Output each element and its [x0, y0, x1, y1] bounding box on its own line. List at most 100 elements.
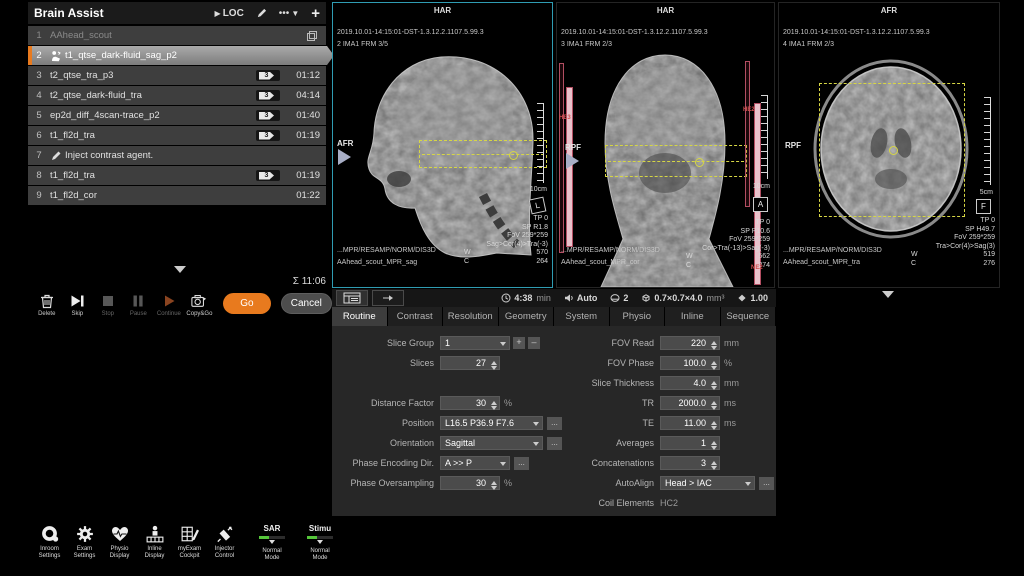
- protocol-step-8[interactable]: 8t1_fl2d_tra301:19: [28, 166, 326, 185]
- dropdown-select[interactable]: L16.5 P36.9 F7.6: [440, 416, 543, 430]
- more-options-button[interactable]: ...: [759, 477, 774, 490]
- tab-contrast[interactable]: Contrast: [388, 307, 444, 326]
- slice-group-overlay[interactable]: [819, 83, 965, 217]
- step-up-icon[interactable]: [491, 398, 497, 405]
- remove-slice-group-button[interactable]: –: [528, 337, 540, 349]
- slice-rotation-handle[interactable]: [889, 146, 898, 155]
- viewport-axial[interactable]: AFR 2019.10.01-14:15:01-DST-1.3.12.2.110…: [778, 2, 1000, 288]
- numeric-stepper[interactable]: 3: [660, 456, 720, 470]
- skip-button[interactable]: Skip: [63, 292, 93, 317]
- pointer-mode-button[interactable]: [372, 290, 404, 306]
- protocol-step-7[interactable]: 7Inject contrast agent.: [28, 146, 326, 165]
- numeric-stepper[interactable]: 100.0: [660, 356, 720, 370]
- step-down-icon[interactable]: [711, 406, 717, 413]
- slice-group-overlay[interactable]: [419, 140, 547, 168]
- copygo-button[interactable]: Copy&Go: [185, 292, 215, 317]
- step-up-icon[interactable]: [711, 418, 717, 425]
- protocol-step-9[interactable]: 9t1_fl2d_cor01:22: [28, 186, 326, 205]
- tab-sequence[interactable]: Sequence: [721, 307, 777, 326]
- step-down-icon[interactable]: [711, 346, 717, 353]
- cancel-button[interactable]: Cancel: [281, 293, 332, 314]
- stepper-arrows-icon[interactable]: [491, 398, 497, 413]
- inline-display-button[interactable]: Inline Display: [137, 524, 172, 560]
- stepper-arrows-icon[interactable]: [711, 418, 717, 433]
- step-down-icon[interactable]: [711, 366, 717, 373]
- parameter-label: FOV Read: [562, 338, 660, 348]
- go-button[interactable]: Go: [223, 293, 270, 314]
- step-down-icon[interactable]: [491, 406, 497, 413]
- protocol-step-1[interactable]: 1AAhead_scout: [28, 26, 326, 45]
- step-up-icon[interactable]: [711, 438, 717, 445]
- inroom-settings-button[interactable]: Inroom Settings: [32, 524, 67, 560]
- numeric-stepper[interactable]: 4.0: [660, 376, 720, 390]
- more-options-button[interactable]: ...: [547, 437, 562, 450]
- more-options-button[interactable]: ...: [514, 457, 529, 470]
- numeric-stepper[interactable]: 2000.0: [660, 396, 720, 410]
- protocol-step-3[interactable]: 3t2_qtse_tra_p3301:12: [28, 66, 326, 85]
- numeric-stepper[interactable]: 30: [440, 476, 500, 490]
- loc-button[interactable]: ▶LOC: [215, 8, 244, 19]
- tab-routine[interactable]: Routine: [332, 307, 388, 326]
- stepper-arrows-icon[interactable]: [711, 458, 717, 473]
- parameter-card-view-button[interactable]: [336, 290, 368, 306]
- step-name: t1_fl2d_cor: [50, 190, 97, 201]
- slice-rotation-handle[interactable]: [509, 151, 518, 160]
- viewport-coronal[interactable]: HAR 2019.10.01-14:15:01-DST-1.3.12.2.110…: [556, 2, 775, 288]
- numeric-stepper[interactable]: 27: [440, 356, 500, 370]
- stepper-arrows-icon[interactable]: [711, 338, 717, 353]
- step-down-icon[interactable]: [711, 466, 717, 473]
- more-menu-button[interactable]: •••▼: [279, 8, 299, 19]
- step-up-icon[interactable]: [711, 398, 717, 405]
- tab-system[interactable]: System: [554, 307, 610, 326]
- exam-settings-button[interactable]: Exam Settings: [67, 524, 102, 560]
- slice-group-overlay[interactable]: [605, 145, 747, 177]
- step-down-icon[interactable]: [711, 426, 717, 433]
- stepper-arrows-icon[interactable]: [711, 378, 717, 393]
- stepper-arrows-icon[interactable]: [711, 358, 717, 373]
- viewport-expand-arrow-icon[interactable]: [882, 291, 894, 304]
- tab-geometry[interactable]: Geometry: [499, 307, 555, 326]
- dropdown-select[interactable]: Sagittal: [440, 436, 543, 450]
- injector-control-button[interactable]: Injector Control: [207, 524, 242, 560]
- step-up-icon[interactable]: [711, 358, 717, 365]
- more-options-button[interactable]: ...: [547, 417, 562, 430]
- stepper-arrows-icon[interactable]: [711, 398, 717, 413]
- dropdown-select[interactable]: 1: [440, 336, 510, 350]
- step-up-icon[interactable]: [711, 458, 717, 465]
- myexam-cockpit-button[interactable]: myExam Cockpit: [172, 524, 207, 560]
- stepper-arrows-icon[interactable]: [491, 478, 497, 493]
- numeric-stepper[interactable]: 220: [660, 336, 720, 350]
- protocol-step-5[interactable]: 5ep2d_diff_4scan-trace_p2301:40: [28, 106, 326, 125]
- numeric-stepper[interactable]: 11.00: [660, 416, 720, 430]
- step-up-icon[interactable]: [491, 358, 497, 365]
- add-step-button[interactable]: +: [311, 5, 320, 22]
- dropdown-select[interactable]: A >> P: [440, 456, 510, 470]
- stepper-arrows-icon[interactable]: [711, 438, 717, 453]
- protocol-step-6[interactable]: 6t1_fl2d_tra301:19: [28, 126, 326, 145]
- numeric-stepper[interactable]: 30: [440, 396, 500, 410]
- list-expand-arrow-icon[interactable]: [174, 266, 186, 279]
- parameter-panel: Slice Group1+–Slices27Distance Factor30%…: [332, 326, 776, 516]
- numeric-stepper[interactable]: 1: [660, 436, 720, 450]
- protocol-step-4[interactable]: 4t2_qtse_dark-fluid_tra304:14: [28, 86, 326, 105]
- step-up-icon[interactable]: [491, 478, 497, 485]
- viewport-sagittal[interactable]: HAR 2019.10.01-14:15:01-DST-1.3.12.2.110…: [332, 2, 553, 288]
- tab-physio[interactable]: Physio: [610, 307, 666, 326]
- delete-button[interactable]: Delete: [32, 292, 62, 317]
- add-slice-group-button[interactable]: +: [513, 337, 525, 349]
- dropdown-select[interactable]: Head > IAC: [660, 476, 755, 490]
- slice-rotation-handle[interactable]: [695, 158, 704, 167]
- edit-pencil-button[interactable]: [256, 8, 267, 19]
- step-up-icon[interactable]: [711, 338, 717, 345]
- protocol-step-2[interactable]: 2t1_qtse_dark-fluid_sag_p2: [28, 46, 334, 65]
- viewport-coil-label: HAR: [333, 6, 552, 15]
- physio-display-button[interactable]: Physio Display: [102, 524, 137, 560]
- step-down-icon[interactable]: [491, 486, 497, 493]
- tab-inline[interactable]: Inline: [665, 307, 721, 326]
- step-down-icon[interactable]: [711, 386, 717, 393]
- step-up-icon[interactable]: [711, 378, 717, 385]
- step-down-icon[interactable]: [491, 366, 497, 373]
- step-down-icon[interactable]: [711, 446, 717, 453]
- tab-resolution[interactable]: Resolution: [443, 307, 499, 326]
- stepper-arrows-icon[interactable]: [491, 358, 497, 373]
